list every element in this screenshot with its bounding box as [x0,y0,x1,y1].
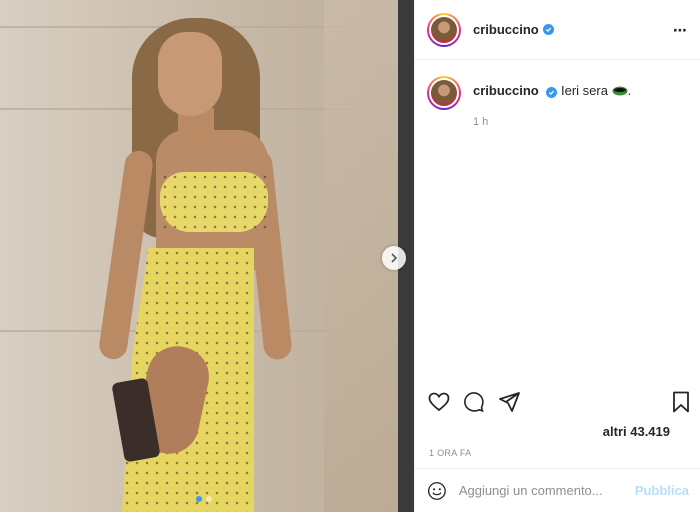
comment-input[interactable] [458,483,635,498]
smiley-icon[interactable] [427,480,447,502]
carousel-dot-active [196,496,202,502]
carousel-dot [206,496,212,502]
comment-icon[interactable] [462,390,486,414]
caption: cribuccino Ieri sera . [415,60,700,110]
more-options-icon[interactable]: ⋯ [673,22,688,39]
caption-time: 1 h [473,116,489,128]
heart-icon[interactable] [427,390,451,414]
polka-dot-top [160,172,268,232]
sunglasses-emoji [612,86,628,96]
comment-bar: Pubblica [415,468,700,512]
caption-text: cribuccino Ieri sera . [473,76,631,110]
post-header: cribuccino ⋯ [415,0,700,60]
paper-plane-icon[interactable] [497,390,521,414]
header-username[interactable]: cribuccino [473,22,539,37]
verified-badge-icon [542,24,554,35]
post-photo[interactable] [0,0,414,512]
avatar[interactable] [427,12,461,47]
action-bar [415,388,700,418]
post-timestamp: 1 ORA FA [429,448,472,458]
verified-badge-icon [546,87,558,98]
publish-button[interactable]: Pubblica [635,483,689,498]
post-side-panel: cribuccino ⋯ cribuccino Ieri sera . 1 h [414,0,700,512]
carousel-indicator [196,496,212,502]
caption-avatar[interactable] [427,76,461,110]
caption-suffix: . [627,83,632,98]
carousel-next-button[interactable] [382,246,406,270]
bookmark-icon[interactable] [669,390,693,414]
caption-username[interactable]: cribuccino [473,83,539,98]
caption-body: Ieri sera [561,83,608,98]
chevron-right-icon [391,253,398,263]
likes-count[interactable]: altri 43.419 [603,424,670,439]
face [158,32,222,116]
